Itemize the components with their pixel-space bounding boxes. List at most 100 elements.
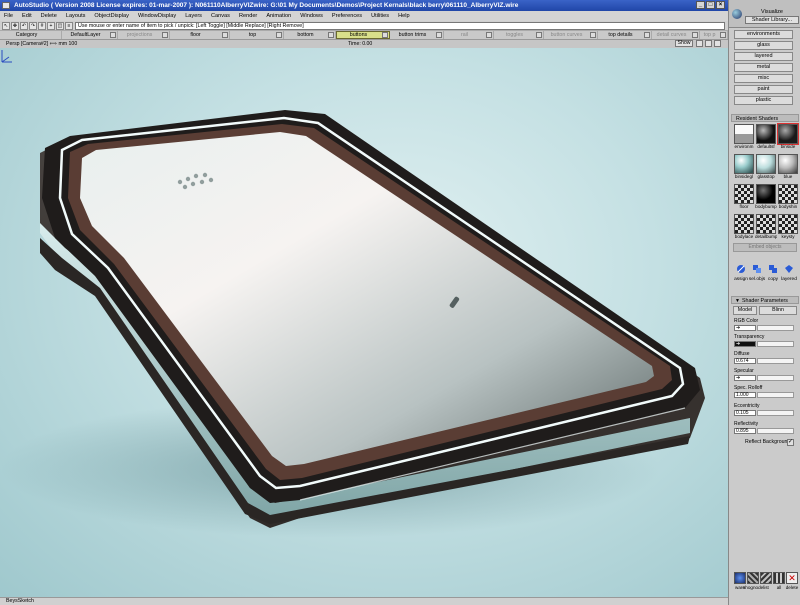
layer-floor[interactable]: floor [170, 31, 230, 39]
shader-swatch[interactable]: detailbump [755, 213, 777, 241]
redo-icon[interactable]: ↷ [29, 22, 37, 30]
layered-button[interactable]: layered [781, 262, 797, 286]
grid-icon[interactable]: # [38, 22, 46, 30]
shader-swatch[interactable]: bodyshin [777, 183, 799, 211]
layer-menu-icon[interactable] [486, 32, 492, 38]
category-metal[interactable]: metal [734, 63, 793, 72]
layer-category[interactable]: Category [0, 31, 62, 39]
layer-rail[interactable]: rail [444, 31, 494, 39]
layer-toggles[interactable]: toggles [494, 31, 544, 39]
shader-swatch[interactable]: blue [777, 153, 799, 181]
move-icon[interactable]: ✥ [11, 22, 19, 30]
shader-swatch[interactable]: keysty [777, 213, 799, 241]
menu-edit[interactable]: Edit [22, 11, 32, 21]
minimize-button[interactable]: _ [696, 1, 705, 9]
category-layered[interactable]: layered [734, 52, 793, 61]
rgb-color-slider[interactable] [757, 325, 794, 331]
category-misc[interactable]: misc [734, 74, 793, 83]
layer-menu-icon[interactable] [328, 32, 334, 38]
layer-menu-icon[interactable] [644, 32, 650, 38]
window-close-icon[interactable] [714, 40, 721, 47]
rgb-color-field[interactable]: ➜ [734, 325, 756, 331]
layer-menu-icon[interactable] [162, 32, 168, 38]
category-paint[interactable]: paint [734, 85, 793, 94]
shader-swatch[interactable]: glasstop [755, 153, 777, 181]
all-button[interactable]: all [772, 570, 786, 598]
menu-help[interactable]: Help [398, 11, 410, 21]
menu-animation[interactable]: Animation [266, 11, 291, 21]
undo-icon[interactable]: ↶ [20, 22, 28, 30]
show-button[interactable]: Show [675, 40, 693, 47]
shader-parameters-title[interactable]: ▼ Shader Parameters [731, 296, 799, 304]
layer-menu-icon[interactable] [692, 32, 698, 38]
shader-swatch[interactable]: binsidegl [733, 153, 755, 181]
close-button[interactable]: × [716, 1, 725, 9]
spec-rolloff-field[interactable]: 1.000 [734, 392, 756, 398]
menu-delete[interactable]: Delete [41, 11, 57, 21]
layer-detail-curves[interactable]: detail curves [652, 31, 700, 39]
menu-windows[interactable]: Windows [300, 11, 323, 21]
spec-rolloff-slider[interactable] [757, 392, 794, 398]
layer-projections[interactable]: projections [118, 31, 170, 39]
category-plastic[interactable]: plastic [734, 96, 793, 105]
layer-menu-icon[interactable] [590, 32, 596, 38]
menu-windowdisplay[interactable]: WindowDisplay [138, 11, 176, 21]
category-environments[interactable]: environments [734, 30, 793, 39]
ware-button[interactable]: ware [733, 570, 747, 598]
delete-button[interactable]: ✕ delete [785, 570, 799, 598]
snap-icon[interactable]: + [47, 22, 55, 30]
shader-swatch[interactable]: bodybump [755, 183, 777, 211]
diffuse-field[interactable]: 0.674 [734, 358, 756, 364]
menu-file[interactable]: File [4, 11, 13, 21]
reflect-background-checkbox[interactable]: ✓ [787, 439, 794, 446]
layer-button-trims[interactable]: button trims [390, 31, 444, 39]
menu-canvas[interactable]: Canvas [211, 11, 230, 21]
menu-render[interactable]: Render [239, 11, 257, 21]
layer-top-details[interactable]: top details [598, 31, 652, 39]
diffuse-slider[interactable] [757, 358, 794, 364]
maximize-button[interactable]: □ [706, 1, 715, 9]
category-glass[interactable]: glass [734, 41, 793, 50]
menu-layouts[interactable]: Layouts [66, 11, 86, 21]
layer-top[interactable]: top [230, 31, 284, 39]
layer-defaultlayer[interactable]: DefaultLayer [62, 31, 118, 39]
layer-menu-icon[interactable] [222, 32, 228, 38]
reflectivity-field[interactable]: 0.895 [734, 428, 756, 434]
menu-utilities[interactable]: Utilities [371, 11, 389, 21]
layer-top-p[interactable]: top p [700, 31, 728, 39]
layer-menu-icon[interactable] [110, 32, 116, 38]
window-maximize-icon[interactable] [696, 40, 703, 47]
pick-icon[interactable]: ↖ [2, 22, 10, 30]
perspective-viewport[interactable] [0, 48, 728, 597]
eccentricity-field[interactable]: 0.105 [734, 410, 756, 416]
shader-swatch[interactable]: environm [733, 123, 755, 151]
layers-icon[interactable]: ≡ [65, 22, 73, 30]
model-select[interactable]: Blinn [759, 306, 797, 315]
layer-menu-icon[interactable] [382, 32, 388, 38]
menu-preferences[interactable]: Preferences [332, 11, 362, 21]
layer-menu-icon[interactable] [720, 32, 726, 38]
layer-menu-icon[interactable] [536, 32, 542, 38]
shader-library-button[interactable]: Shader Library... [745, 16, 799, 24]
layer-button-curves[interactable]: button curves [544, 31, 598, 39]
menu-objectdisplay[interactable]: ObjectDisplay [94, 11, 129, 21]
shader-swatch[interactable]: defaultsf [755, 123, 777, 151]
specular-slider[interactable] [757, 375, 794, 381]
eccentricity-slider[interactable] [757, 410, 794, 416]
layer-menu-icon[interactable] [276, 32, 282, 38]
layer-buttons[interactable]: buttons [336, 31, 390, 39]
view-icon[interactable]: ◫ [56, 22, 64, 30]
show-node-button[interactable]: shognode [743, 570, 763, 598]
window-minimize-icon[interactable] [705, 40, 712, 47]
shader-swatch[interactable]: floor [733, 183, 755, 211]
layer-menu-icon[interactable] [436, 32, 442, 38]
shader-swatch[interactable]: bodylace [733, 213, 755, 241]
prompt-line[interactable]: Use mouse or enter name of item to pick … [75, 22, 725, 30]
shader-swatch[interactable]: binside [777, 123, 799, 151]
layer-bottom[interactable]: bottom [284, 31, 336, 39]
transparency-slider[interactable] [757, 341, 794, 347]
specular-field[interactable]: ➜ [734, 375, 756, 381]
menu-layers[interactable]: Layers [185, 11, 202, 21]
transparency-field[interactable]: ➜ [734, 341, 756, 347]
list-button[interactable]: list [759, 570, 773, 598]
